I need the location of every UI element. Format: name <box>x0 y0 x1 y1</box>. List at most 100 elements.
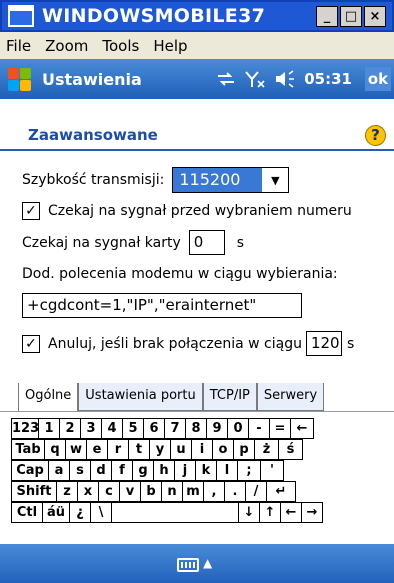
page-header: Zaawansowane ? <box>0 99 394 151</box>
tab-port-settings[interactable]: Ustawienia portu <box>78 383 203 411</box>
menu-zoom[interactable]: Zoom <box>45 37 88 55</box>
keyboard-icon[interactable] <box>177 558 199 572</box>
keyboard-key[interactable]: ↑ <box>259 502 281 523</box>
keyboard-key[interactable]: ' <box>260 460 284 481</box>
keyboard-key[interactable]: 5 <box>122 418 144 439</box>
keyboard-key[interactable]: ; <box>237 460 261 481</box>
keyboard-key[interactable]: = <box>269 418 291 439</box>
keyboard-key[interactable]: ← <box>290 418 314 439</box>
wait-card-unit: s <box>236 234 245 251</box>
keyboard-key[interactable]: 123 <box>11 418 39 439</box>
keyboard-key[interactable]: 2 <box>59 418 81 439</box>
keyboard-key[interactable]: b <box>140 481 162 502</box>
sip-menu-arrow-icon[interactable]: ▲ <box>203 556 212 570</box>
keyboard-key[interactable]: Shift <box>11 481 57 502</box>
keyboard-key[interactable]: 8 <box>185 418 207 439</box>
cancel-timeout-row: ✓ Anuluj, jeśli brak połączenia w ciągu … <box>22 331 354 356</box>
keyboard-key[interactable]: a <box>48 460 70 481</box>
maximize-button[interactable]: □ <box>340 6 362 27</box>
baud-rate-select[interactable]: 115200 ▼ <box>172 167 290 193</box>
keyboard-key[interactable]: Tab <box>11 439 45 460</box>
keyboard-key[interactable]: y <box>149 439 171 460</box>
volume-icon[interactable] <box>274 70 296 88</box>
keyboard-key[interactable]: , <box>203 481 225 502</box>
keyboard-key[interactable]: p <box>233 439 255 460</box>
keyboard-key[interactable]: q <box>44 439 66 460</box>
keyboard-key[interactable]: e <box>86 439 108 460</box>
keyboard-key[interactable]: - <box>248 418 270 439</box>
keyboard-key[interactable]: g <box>132 460 154 481</box>
keyboard-key[interactable]: c <box>98 481 120 502</box>
keyboard-key[interactable]: 6 <box>143 418 165 439</box>
close-button[interactable]: × <box>364 6 386 27</box>
cancel-timeout-checkbox[interactable]: ✓ <box>22 334 40 353</box>
wait-dial-tone-checkbox[interactable]: ✓ <box>22 202 40 220</box>
keyboard-key[interactable]: ś <box>278 439 303 460</box>
tabs-divider <box>0 411 394 412</box>
keyboard-key[interactable]: s <box>69 460 91 481</box>
minimize-button[interactable]: _ <box>316 6 338 27</box>
keyboard-key[interactable]: z <box>56 481 78 502</box>
connectivity-icon[interactable] <box>216 71 236 87</box>
keyboard-key[interactable]: u <box>170 439 192 460</box>
tab-tcpip[interactable]: TCP/IP <box>202 383 257 411</box>
sip-bar: ▲ <box>0 544 394 583</box>
keyboard-key[interactable]: x <box>77 481 99 502</box>
wait-card-input[interactable]: 0 <box>188 230 225 255</box>
keyboard-key[interactable]: i <box>191 439 213 460</box>
menu-file[interactable]: File <box>6 37 31 55</box>
keyboard-key[interactable]: d <box>90 460 112 481</box>
help-icon[interactable]: ? <box>365 125 386 146</box>
cancel-timeout-input[interactable]: 120 <box>305 331 342 356</box>
keyboard-key[interactable]: t <box>128 439 150 460</box>
keyboard-key[interactable]: ← <box>280 502 302 523</box>
menu-tools[interactable]: Tools <box>102 37 139 55</box>
keyboard-key[interactable]: → <box>301 502 323 523</box>
keyboard-key[interactable]: Ctl <box>11 502 43 523</box>
dropdown-arrow-icon: ▼ <box>271 173 280 187</box>
keyboard-key[interactable]: o <box>212 439 234 460</box>
start-menu-icon[interactable] <box>6 66 32 92</box>
keyboard-key[interactable]: ↓ <box>238 502 260 523</box>
extra-cmds-input[interactable]: +cgdcont=1,"IP","erainternet" <box>22 293 302 318</box>
cancel-timeout-label[interactable]: Anuluj, jeśli brak połączenia w ciągu <box>48 336 302 352</box>
menu-help[interactable]: Help <box>153 37 187 55</box>
signal-off-icon[interactable] <box>244 70 266 88</box>
keyboard-key[interactable]: 3 <box>80 418 102 439</box>
keyboard-key[interactable]: ¿ <box>69 502 91 523</box>
window-titlebar: WINDOWSMOBILE37 _ □ × <box>0 0 394 32</box>
keyboard-key[interactable]: ↵ <box>266 481 296 502</box>
wait-card-row: Czekaj na sygnał karty 0 s <box>22 230 244 255</box>
keyboard-key[interactable]: \ <box>90 502 112 523</box>
keyboard-key[interactable]: h <box>153 460 175 481</box>
wait-dial-tone-label[interactable]: Czekaj na sygnał przed wybraniem numeru <box>48 203 352 219</box>
keyboard-key[interactable]: n <box>161 481 183 502</box>
tab-general[interactable]: Ogólne <box>18 383 79 411</box>
keyboard-key[interactable]: m <box>182 481 204 502</box>
tab-servers[interactable]: Serwery <box>256 383 325 411</box>
keyboard-key[interactable]: w <box>65 439 87 460</box>
keyboard-key[interactable]: 7 <box>164 418 186 439</box>
keyboard-key[interactable]: v <box>119 481 141 502</box>
clock[interactable]: 05:31 <box>304 70 352 88</box>
keyboard-key[interactable]: 4 <box>101 418 123 439</box>
keyboard-key[interactable]: ż <box>254 439 279 460</box>
keyboard-row: Shift z x c v b n m,. / ↵ <box>11 481 391 502</box>
keyboard-key[interactable]: 9 <box>206 418 228 439</box>
keyboard-key[interactable]: áü <box>42 502 70 523</box>
keyboard-key[interactable]: f <box>111 460 133 481</box>
device-navbar: Ustawienia 05:31 ok <box>0 59 394 99</box>
keyboard-key[interactable] <box>111 502 239 523</box>
keyboard-key[interactable]: / <box>245 481 267 502</box>
nav-title: Ustawienia <box>42 69 142 89</box>
ok-button[interactable]: ok <box>365 67 391 91</box>
keyboard-key[interactable]: 1 <box>38 418 60 439</box>
keyboard-key[interactable]: 0 <box>227 418 249 439</box>
status-area: 05:31 <box>216 70 352 88</box>
keyboard-key[interactable]: k <box>195 460 217 481</box>
keyboard-key[interactable]: . <box>224 481 246 502</box>
keyboard-key[interactable]: l <box>216 460 238 481</box>
keyboard-key[interactable]: j <box>174 460 196 481</box>
keyboard-key[interactable]: Cap <box>11 460 49 481</box>
keyboard-key[interactable]: r <box>107 439 129 460</box>
